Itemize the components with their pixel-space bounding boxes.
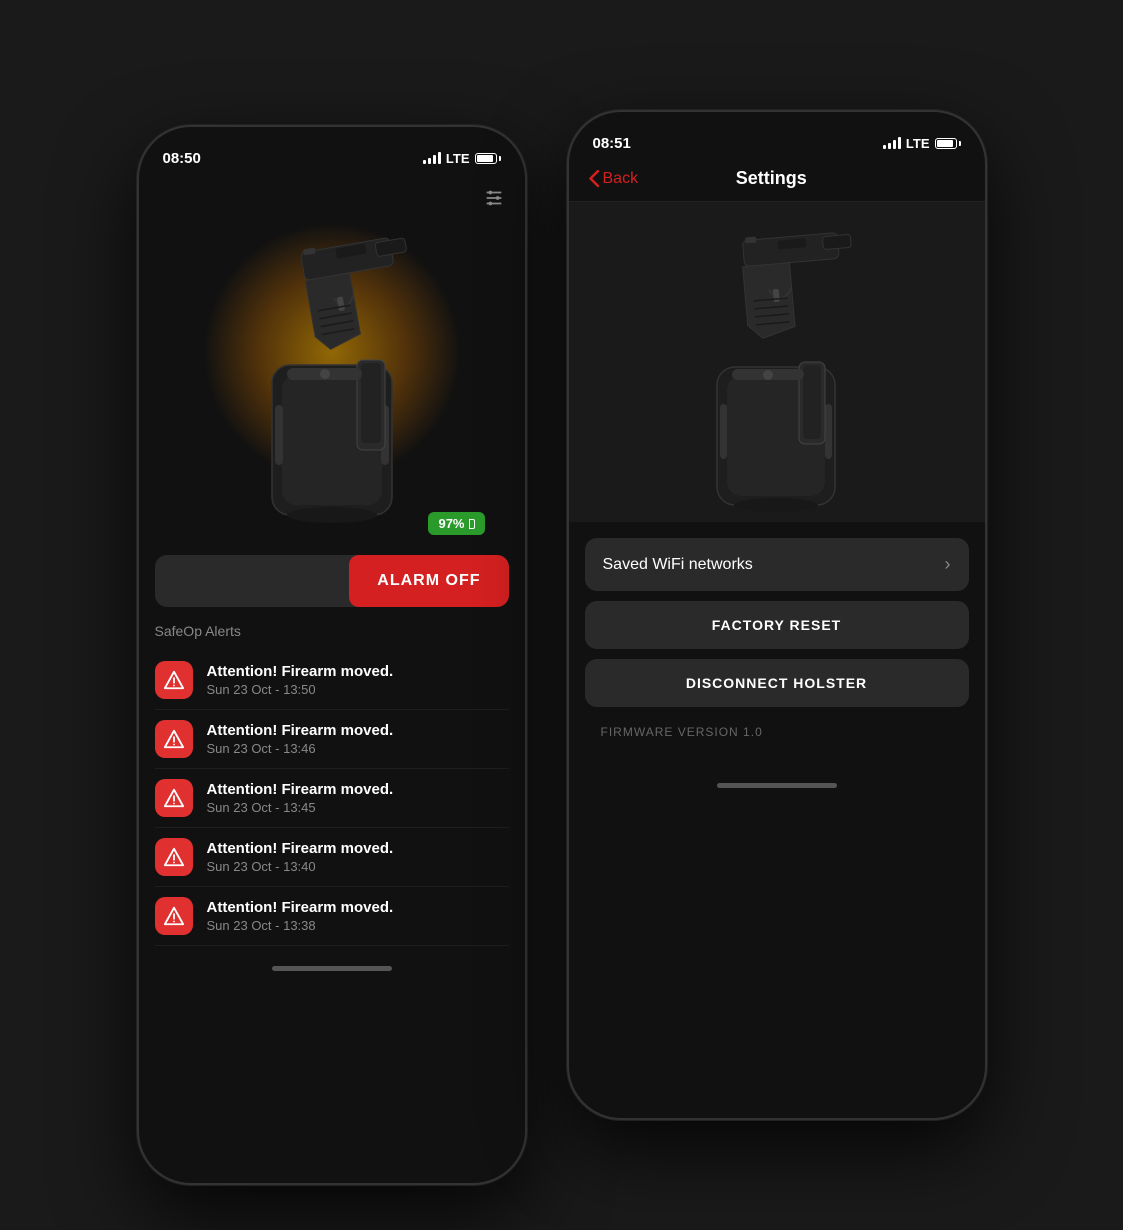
settings-list: Saved WiFi networks › FACTORY RESET DISC…	[569, 522, 985, 763]
alarm-off-button[interactable]: ALARM OFF	[349, 555, 508, 607]
alert-icon-3	[155, 779, 193, 817]
notch-left	[272, 127, 392, 155]
alerts-title: SafeOp Alerts	[155, 623, 509, 639]
alert-icon-1	[155, 661, 193, 699]
alert-item-5: Attention! Firearm moved. Sun 23 Oct - 1…	[155, 887, 509, 946]
holster-svg-right	[677, 212, 877, 512]
battery-icon-left	[475, 153, 501, 164]
alert-icon-5	[155, 897, 193, 935]
warning-icon-1	[163, 669, 185, 691]
firmware-version-label: FIRMWARE VERSION 1.0	[585, 717, 969, 747]
alert-text-5: Attention! Firearm moved. Sun 23 Oct - 1…	[207, 899, 394, 933]
alert-icon-2	[155, 720, 193, 758]
holster-display-right	[569, 202, 985, 522]
disconnect-holster-button[interactable]: DISCONNECT HOLSTER	[585, 659, 969, 707]
alert-item-1: Attention! Firearm moved. Sun 23 Oct - 1…	[155, 651, 509, 710]
alert-text-1: Attention! Firearm moved. Sun 23 Oct - 1…	[207, 663, 394, 697]
screen-left: 08:50 LTE	[139, 127, 525, 1183]
status-icons-left: LTE	[423, 151, 501, 166]
phone-left: 08:50 LTE	[137, 125, 527, 1185]
alert-text-2: Attention! Firearm moved. Sun 23 Oct - 1…	[207, 722, 394, 756]
lte-label-left: LTE	[446, 151, 470, 166]
warning-icon-2	[163, 728, 185, 750]
warning-icon-5	[163, 905, 185, 927]
settings-filter-icon[interactable]	[483, 187, 505, 215]
time-left: 08:50	[163, 150, 201, 167]
signal-icon-right	[883, 137, 901, 149]
alert-item-4: Attention! Firearm moved. Sun 23 Oct - 1…	[155, 828, 509, 887]
alert-text-4: Attention! Firearm moved. Sun 23 Oct - 1…	[207, 840, 394, 874]
notch-right	[717, 112, 837, 140]
saved-wifi-row[interactable]: Saved WiFi networks ›	[585, 538, 969, 591]
alert-item-2: Attention! Firearm moved. Sun 23 Oct - 1…	[155, 710, 509, 769]
lte-label-right: LTE	[906, 136, 930, 151]
battery-icon-right	[935, 138, 961, 149]
back-button[interactable]: Back	[589, 170, 639, 188]
screen-right: 08:51 LTE	[569, 112, 985, 1118]
back-chevron-icon	[589, 170, 599, 187]
status-icons-right: LTE	[883, 136, 961, 151]
settings-title: Settings	[638, 168, 904, 189]
home-indicator-right	[717, 783, 837, 788]
holster-display-left: 97%	[139, 175, 525, 555]
alert-item-3: Attention! Firearm moved. Sun 23 Oct - 1…	[155, 769, 509, 828]
factory-reset-label: FACTORY RESET	[712, 617, 841, 633]
warning-icon-3	[163, 787, 185, 809]
chevron-right-icon: ›	[945, 554, 951, 575]
alert-text-3: Attention! Firearm moved. Sun 23 Oct - 1…	[207, 781, 394, 815]
disconnect-holster-label: DISCONNECT HOLSTER	[686, 675, 867, 691]
signal-icon-left	[423, 152, 441, 164]
saved-wifi-label: Saved WiFi networks	[603, 556, 753, 574]
phone-right: 08:51 LTE	[567, 110, 987, 1120]
nav-bar-right: Back Settings	[569, 160, 985, 202]
alerts-section: SafeOp Alerts Attention! Firearm moved. …	[139, 607, 525, 946]
factory-reset-button[interactable]: FACTORY RESET	[585, 601, 969, 649]
holster-svg-left	[237, 205, 427, 525]
alarm-bar: ALARM OFF	[155, 555, 509, 607]
warning-icon-4	[163, 846, 185, 868]
battery-percentage: 97%	[428, 512, 484, 535]
alert-icon-4	[155, 838, 193, 876]
time-right: 08:51	[593, 135, 631, 152]
home-indicator-left	[272, 966, 392, 971]
